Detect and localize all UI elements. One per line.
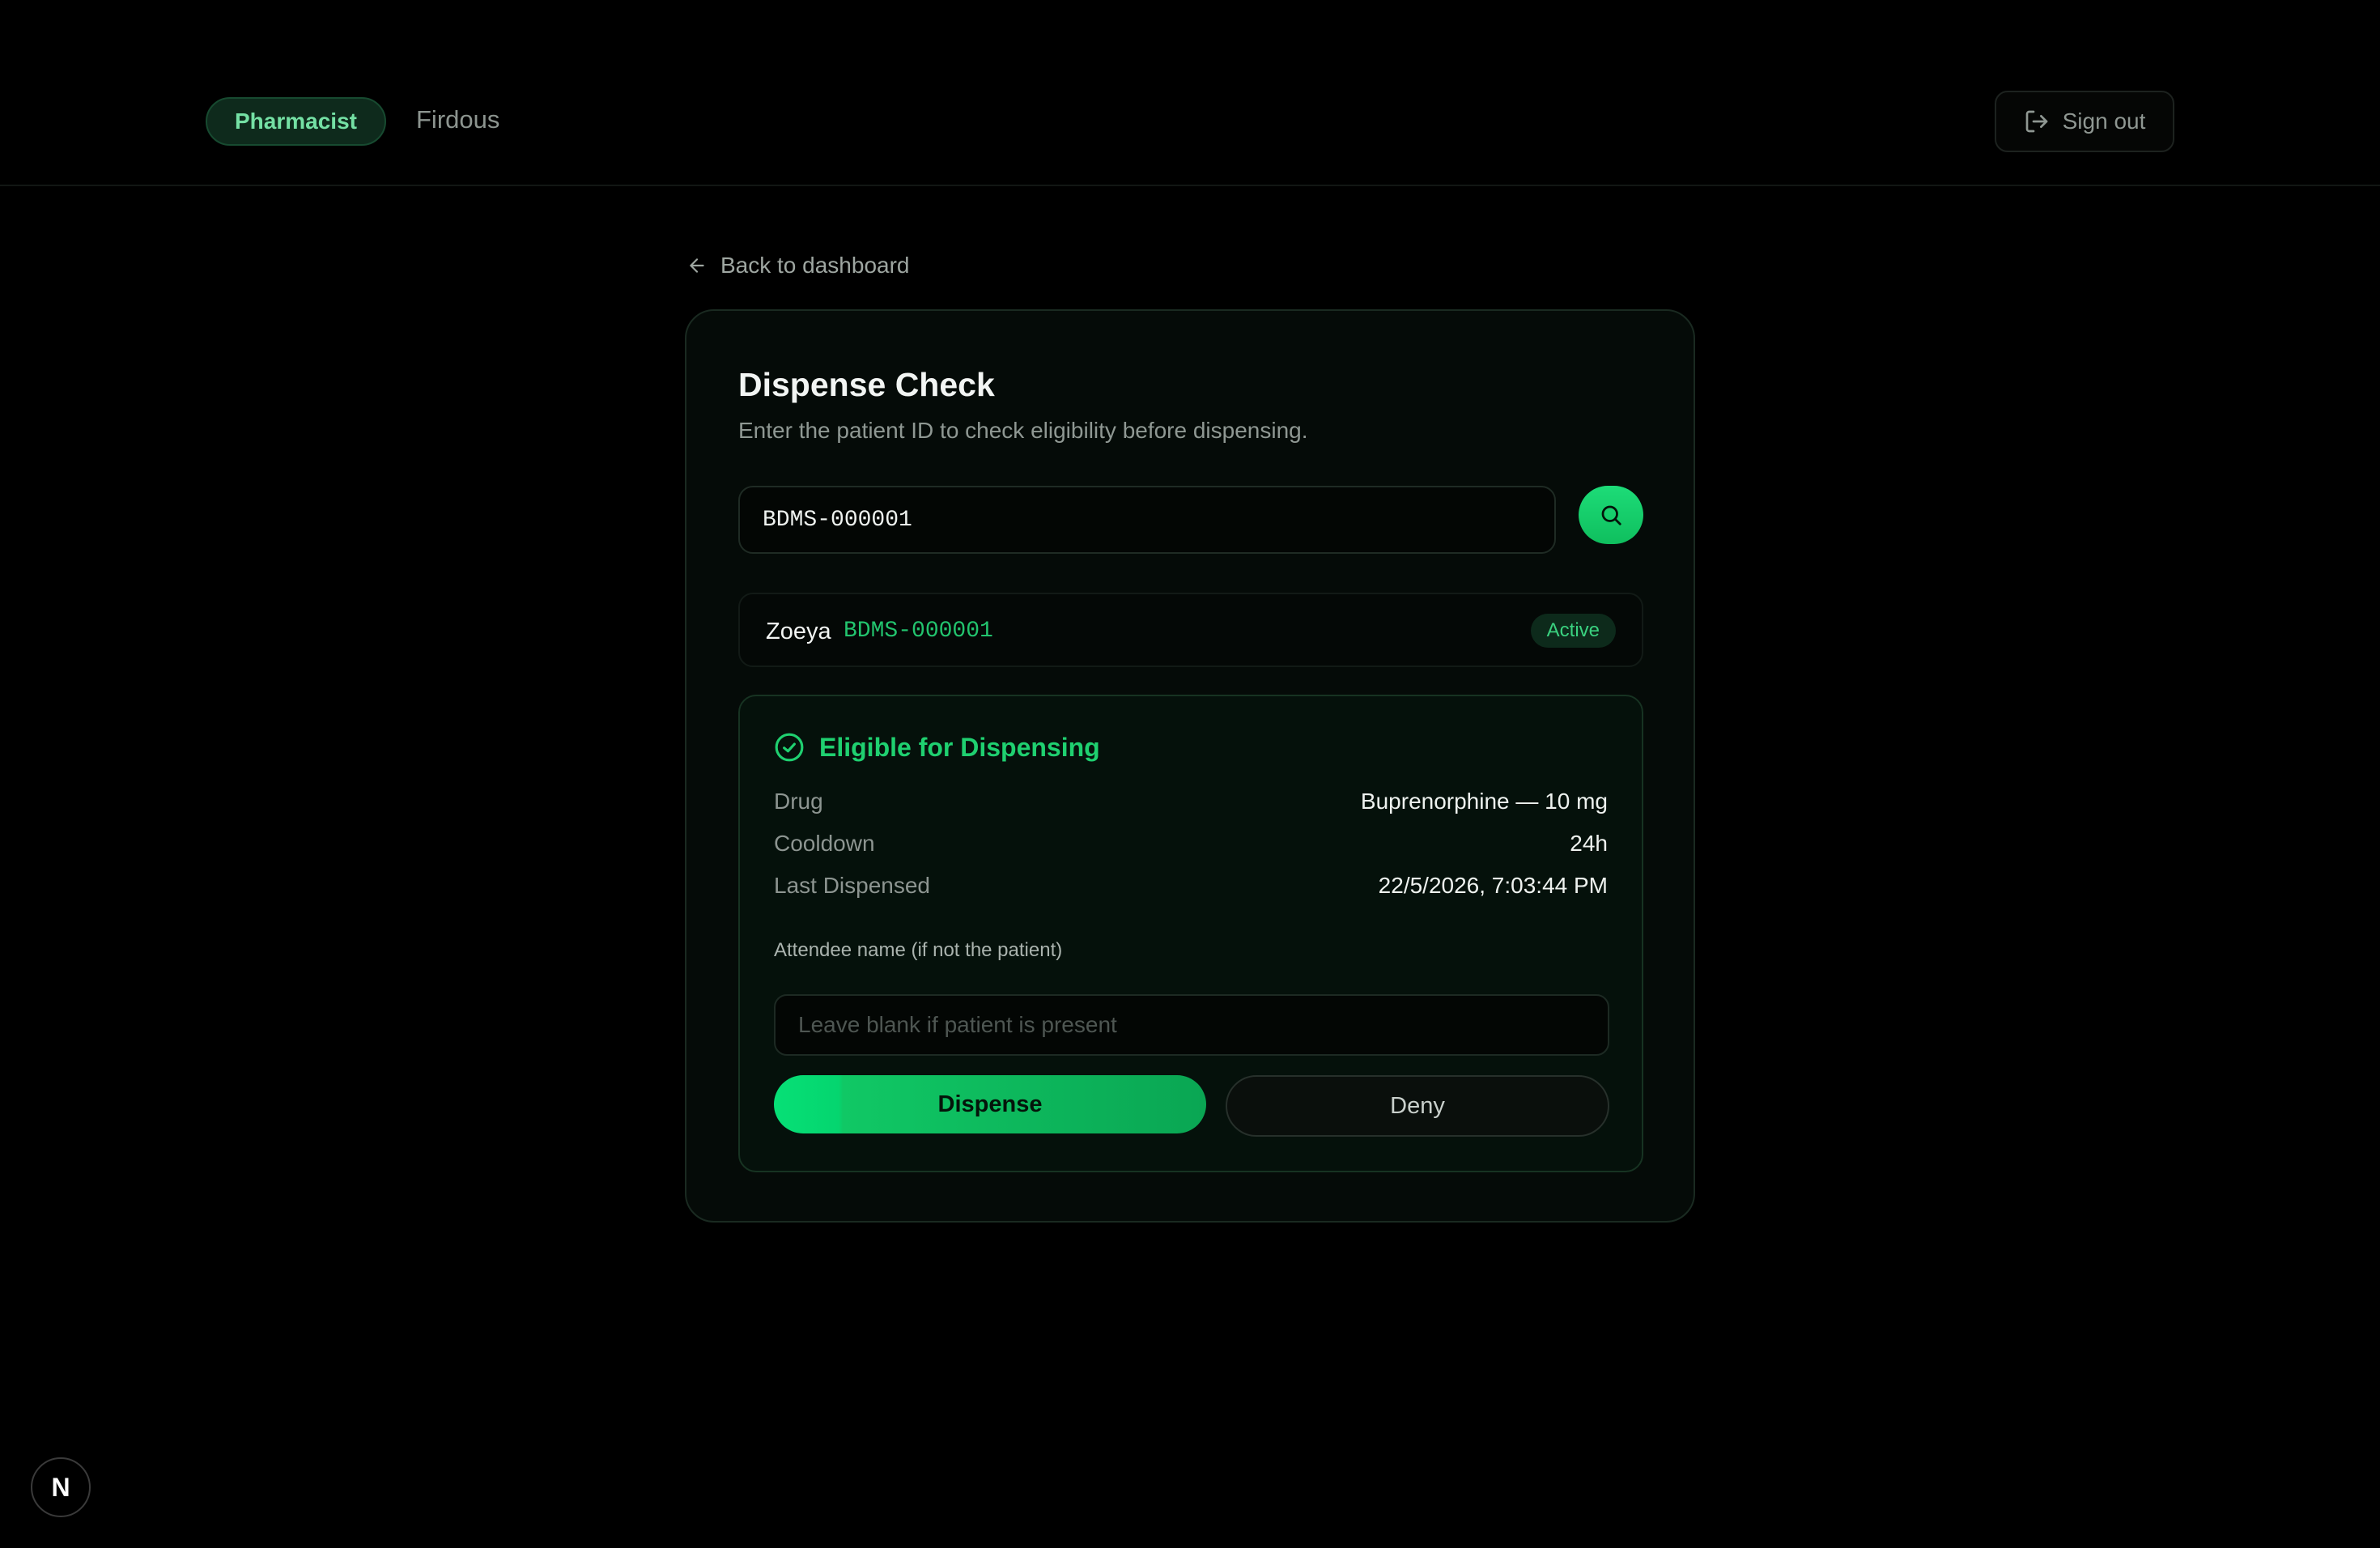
attendee-field-label: Attendee name (if not the patient) [774,939,1063,961]
drug-value: Buprenorphine — 10 mg [1360,789,1608,814]
sign-out-icon [2025,110,2047,133]
dev-tools-badge[interactable]: N [31,1457,91,1517]
last-dispensed-value: 22/5/2026, 7:03:44 PM [1378,873,1608,898]
search-icon [1601,505,1621,525]
last-dispensed-label: Last Dispensed [774,873,931,898]
check-circle-icon [775,733,804,762]
back-to-dashboard-link[interactable]: Back to dashboard [686,253,910,279]
dispense-button[interactable]: Dispense [774,1075,1206,1133]
cooldown-value: 24h [1570,831,1608,856]
sign-out-button[interactable]: Sign out [1995,91,2174,152]
user-name: Firdous [416,105,500,134]
patient-id-input[interactable] [738,486,1556,554]
status-badge: Active [1530,614,1616,648]
eligibility-heading-text: Eligible for Dispensing [819,732,1100,762]
attendee-name-input[interactable] [774,994,1609,1056]
cooldown-label: Cooldown [774,831,875,856]
dev-badge-letter: N [51,1472,70,1502]
search-button[interactable] [1579,486,1643,544]
sign-out-label: Sign out [2062,108,2146,134]
page-subtitle: Enter the patient ID to check eligibilit… [738,418,1308,443]
patient-id: BDMS-000001 [844,619,993,644]
deny-button[interactable]: Deny [1226,1075,1609,1137]
dispense-check-card: Dispense Check Enter the patient ID to c… [685,309,1695,1223]
patient-summary-row: Zoeya BDMS-000001 Active [738,593,1643,667]
top-bar: Pharmacist Firdous Sign out [0,0,2380,186]
back-link-label: Back to dashboard [720,253,910,278]
drug-label: Drug [774,789,823,814]
page-title: Dispense Check [738,366,995,403]
arrow-left-icon [690,258,704,273]
eligibility-panel: Eligible for Dispensing Drug Buprenorphi… [738,695,1643,1172]
role-badge: Pharmacist [206,97,386,146]
patient-name: Zoeya [766,619,831,644]
eligibility-heading: Eligible for Dispensing [774,732,1100,763]
